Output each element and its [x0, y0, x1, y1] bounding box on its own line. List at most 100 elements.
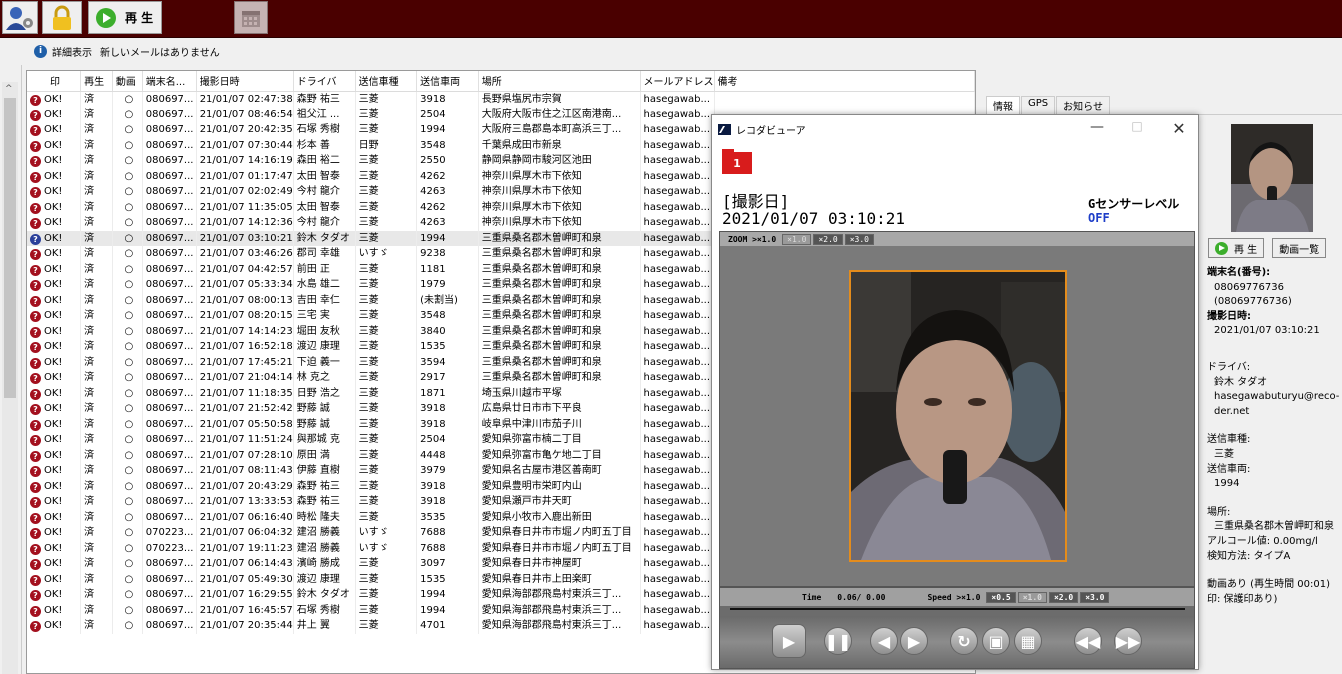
table-cell: 岐阜県中津川市茄子川 [478, 416, 641, 432]
status-icon: ? [30, 605, 41, 617]
prev-frame-button[interactable]: ◀ [870, 627, 898, 655]
mark-text: OK! [44, 139, 63, 151]
lock-button[interactable] [42, 1, 82, 34]
seek-bar[interactable] [730, 608, 1185, 610]
column-header[interactable]: 動画 [112, 71, 143, 92]
speed-option-1x[interactable]: ×1.0 [1017, 591, 1047, 603]
table-row[interactable]: ? OK! 済 ○ 080697... 21/01/07 02:47:38 森野 祐三 三菱 3… [27, 91, 975, 107]
table-cell: hasegawab... [640, 137, 715, 153]
table-cell: ? OK! [27, 370, 82, 386]
column-header[interactable]: 場所 [478, 71, 641, 92]
column-header[interactable]: 備考 [714, 71, 975, 92]
pause-button[interactable]: ❚❚ [824, 627, 852, 655]
zoom-option-1x[interactable]: ×1.0 [782, 233, 812, 245]
table-cell: 吉田 幸仁 [293, 292, 356, 308]
chevron-up-icon[interactable]: ^ [5, 84, 13, 94]
table-cell: 広島県廿日市市下平良 [478, 401, 641, 417]
table-cell: 21/01/07 08:00:13 [196, 292, 294, 308]
zoom-option-3x[interactable]: ×3.0 [844, 233, 874, 245]
detail-play-label: 再 生 [1234, 244, 1258, 256]
table-cell: 三重県桑名郡木曽岬町和泉 [478, 292, 641, 308]
speed-option-0-5x[interactable]: ×0.5 [986, 591, 1016, 603]
mark-text: OK! [44, 356, 63, 368]
video-thumbnail[interactable] [1231, 124, 1313, 232]
folder-icon[interactable]: 1 [722, 149, 752, 174]
driver-video-image [851, 272, 1065, 560]
play-toolbar-button[interactable]: 再 生 [88, 1, 162, 34]
fast-forward-button[interactable]: ▶▶ [1114, 627, 1142, 655]
next-frame-button[interactable]: ▶ [900, 627, 928, 655]
table-cell: hasegawab... [640, 509, 715, 525]
column-header[interactable]: メールアドレス [640, 71, 715, 92]
user-settings-button[interactable] [2, 1, 38, 34]
table-cell: 21/01/07 16:52:18 [196, 339, 294, 355]
column-header[interactable]: 印 [27, 71, 82, 92]
minimize-icon[interactable]: — [1082, 119, 1112, 135]
status-icon: ? [30, 373, 41, 385]
table-cell: 森田 裕二 [293, 153, 356, 169]
video-frame[interactable] [849, 270, 1067, 562]
close-icon[interactable]: ✕ [1164, 119, 1194, 138]
play-icon [1215, 241, 1228, 255]
column-header[interactable]: 送信車種 [355, 71, 418, 92]
detail-view-link[interactable]: 詳細表示 [52, 44, 92, 59]
driver-value: 鈴木 タダオ [1214, 376, 1268, 388]
tab-notice[interactable]: お知らせ [1056, 96, 1110, 114]
table-cell: 建沼 勝義 [293, 525, 356, 541]
table-cell: ○ [112, 432, 143, 448]
table-cell: 080697... [142, 509, 197, 525]
table-cell: ○ [112, 261, 143, 277]
calendar-button[interactable] [234, 1, 268, 34]
lock-icon [53, 5, 71, 30]
table-cell: 三菱 [355, 292, 418, 308]
status-icon: ? [30, 326, 41, 338]
rewind-button[interactable]: ◀◀ [1074, 627, 1102, 655]
zoom-option-2x[interactable]: ×2.0 [813, 233, 843, 245]
column-header[interactable]: 送信車両 [416, 71, 479, 92]
maximize-icon[interactable]: □ [1122, 119, 1152, 133]
column-header[interactable]: ドライバ [293, 71, 356, 92]
fast-forward-icon: ▶▶ [1115, 631, 1141, 651]
detail-play-button[interactable]: 再 生 [1208, 238, 1265, 258]
video-list-button[interactable]: 動画一覧 [1272, 238, 1327, 258]
column-header[interactable]: 再生 [80, 71, 113, 92]
table-cell: 三菱 [355, 432, 418, 448]
alcohol-value: アルコール値: 0.00mg/l [1207, 535, 1318, 547]
detect-method: 検知方法: タイプA [1207, 550, 1291, 562]
table-cell: 080697... [142, 122, 197, 138]
table-cell: hasegawab... [640, 432, 715, 448]
status-icon: ? [30, 264, 41, 276]
mark-text: OK! [44, 511, 63, 523]
table-cell: ○ [112, 308, 143, 324]
rotate-button[interactable]: ↻ [950, 627, 978, 655]
scrollbar-thumb[interactable] [4, 98, 16, 398]
table-cell: 080697... [142, 184, 197, 200]
speed-option-3x[interactable]: ×3.0 [1080, 591, 1110, 603]
export-button[interactable]: ▦ [1014, 627, 1042, 655]
table-cell: 080697... [142, 323, 197, 339]
table-cell: 野藤 誠 [293, 416, 356, 432]
calendar-icon [242, 10, 260, 27]
table-cell: hasegawab... [640, 261, 715, 277]
table-cell: ? OK! [27, 540, 82, 556]
table-cell: 21/01/07 08:11:43 [196, 463, 294, 479]
column-header[interactable]: 端末名... [142, 71, 197, 92]
table-cell: ○ [112, 122, 143, 138]
table-cell: いすゞ [355, 525, 418, 541]
column-header[interactable]: 撮影日時 [196, 71, 294, 92]
mail-status-text: 新しいメールはありません [100, 48, 220, 59]
mark-text: OK! [44, 496, 63, 508]
status-icon: ? [30, 357, 41, 369]
speed-option-2x[interactable]: ×2.0 [1048, 591, 1079, 603]
tab-info[interactable]: 情報 [986, 96, 1020, 114]
snapshot-button[interactable]: ▣ [982, 627, 1010, 655]
viewer-titlebar[interactable]: レコダビューア — □ ✕ [712, 115, 1198, 143]
tab-gps[interactable]: GPS [1021, 96, 1056, 114]
snapshot-icon: ▣ [988, 631, 1004, 651]
play-button[interactable]: ▶ [772, 624, 806, 658]
list-scrollbar[interactable]: ^ [2, 82, 18, 674]
table-cell: ? OK! [27, 463, 82, 479]
table-cell: 濱崎 勝成 [293, 556, 356, 572]
table-cell: ○ [112, 230, 143, 246]
table-cell: ○ [112, 509, 143, 525]
